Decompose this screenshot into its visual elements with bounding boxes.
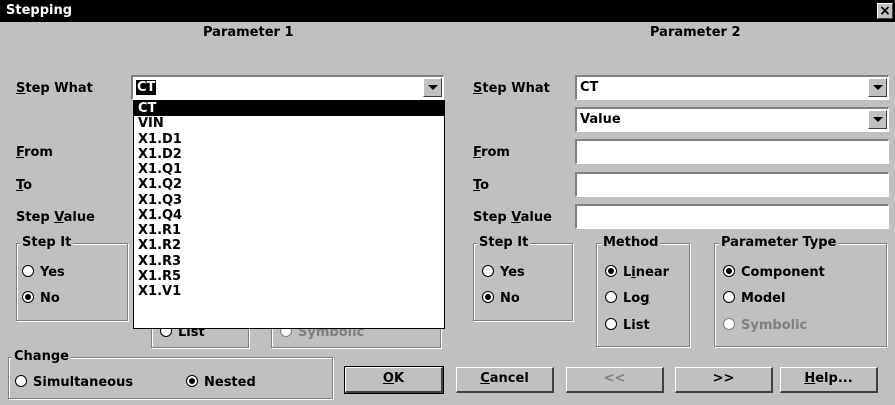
p1-step-what-value: CT bbox=[136, 80, 157, 95]
p2-type-model[interactable]: Model bbox=[723, 291, 785, 306]
title-bar: Stepping × bbox=[0, 0, 895, 22]
p1-step-value-label: Step Value bbox=[16, 210, 95, 225]
list-item[interactable]: X1.V1 bbox=[134, 284, 444, 299]
p2-step-what-label: Step What bbox=[473, 81, 550, 96]
p2-method-list[interactable]: List bbox=[605, 318, 650, 333]
ok-button[interactable]: OK bbox=[344, 366, 444, 394]
radio-icon bbox=[723, 291, 735, 303]
list-item[interactable]: X1.R2 bbox=[134, 238, 444, 253]
radio-selected-icon bbox=[22, 291, 34, 303]
p2-value-type-select[interactable]: Value bbox=[575, 107, 889, 132]
p1-step-it-title: Step It bbox=[20, 235, 74, 250]
p2-method-linear[interactable]: Linear bbox=[605, 265, 669, 280]
close-icon: × bbox=[879, 3, 891, 19]
p1-to-label: To bbox=[16, 178, 33, 193]
parameter2-header: Parameter 2 bbox=[650, 25, 741, 40]
p2-from-input[interactable] bbox=[575, 139, 889, 164]
chevron-down-icon bbox=[873, 85, 883, 90]
radio-icon bbox=[605, 291, 617, 303]
p2-value-type-value: Value bbox=[580, 112, 621, 127]
radio-icon bbox=[723, 318, 735, 330]
p1-step-it-no[interactable]: No bbox=[22, 291, 60, 306]
p2-to-label: To bbox=[473, 178, 490, 193]
p2-step-value-label: Step Value bbox=[473, 210, 552, 225]
change-simultaneous[interactable]: Simultaneous bbox=[15, 375, 133, 390]
list-item[interactable]: X1.Q3 bbox=[134, 193, 444, 208]
list-item[interactable]: X1.R5 bbox=[134, 269, 444, 284]
radio-icon bbox=[22, 265, 34, 277]
p2-parameter-type-title: Parameter Type bbox=[719, 235, 839, 250]
dialog-title: Stepping bbox=[6, 3, 73, 18]
chevron-down-icon bbox=[428, 85, 438, 90]
radio-selected-icon bbox=[482, 291, 494, 303]
change-nested[interactable]: Nested bbox=[186, 375, 256, 390]
p2-step-what-dropdown-button[interactable] bbox=[868, 78, 887, 97]
list-item[interactable]: X1.Q4 bbox=[134, 208, 444, 223]
list-item[interactable]: X1.R3 bbox=[134, 254, 444, 269]
radio-selected-icon bbox=[723, 265, 735, 277]
p2-value-type-dropdown-button[interactable] bbox=[868, 110, 887, 129]
list-item[interactable]: X1.D2 bbox=[134, 147, 444, 162]
p2-to-input[interactable] bbox=[575, 172, 889, 197]
list-item[interactable]: X1.R1 bbox=[134, 223, 444, 238]
help-button[interactable]: Help... bbox=[780, 367, 878, 393]
radio-selected-icon bbox=[186, 375, 198, 387]
p2-type-component[interactable]: Component bbox=[723, 265, 825, 280]
p1-step-what-select[interactable]: CT bbox=[131, 75, 444, 100]
radio-icon bbox=[605, 318, 617, 330]
p2-from-label: From bbox=[473, 145, 510, 160]
p1-step-what-dropdown-list[interactable]: CT VIN X1.D1 X1.D2 X1.Q1 X1.Q2 X1.Q3 X1.… bbox=[133, 100, 445, 329]
parameter1-header: Parameter 1 bbox=[203, 25, 294, 40]
radio-icon bbox=[15, 375, 27, 387]
p2-step-it-title: Step It bbox=[477, 235, 531, 250]
list-item[interactable]: VIN bbox=[134, 116, 444, 131]
stepping-dialog: Stepping × Parameter 1 Parameter 2 Step … bbox=[0, 0, 895, 405]
p1-from-label: From bbox=[16, 145, 53, 160]
list-item[interactable]: X1.D1 bbox=[134, 132, 444, 147]
p2-method-log[interactable]: Log bbox=[605, 291, 650, 306]
p2-step-it-no[interactable]: No bbox=[482, 291, 520, 306]
p1-step-it-group bbox=[16, 243, 128, 321]
list-item[interactable]: CT bbox=[134, 101, 444, 117]
p2-type-symbolic: Symbolic bbox=[723, 318, 807, 333]
close-button[interactable]: × bbox=[877, 3, 893, 19]
p2-method-title: Method bbox=[601, 235, 661, 250]
p2-step-it-group bbox=[473, 243, 573, 321]
p2-step-what-select[interactable]: CT bbox=[575, 75, 889, 100]
radio-selected-icon bbox=[605, 265, 617, 277]
p2-step-value-input[interactable] bbox=[575, 204, 889, 229]
list-item[interactable]: X1.Q1 bbox=[134, 162, 444, 177]
p1-step-what-label: Step What bbox=[16, 81, 93, 96]
p1-step-what-dropdown-button[interactable] bbox=[423, 78, 442, 97]
p2-step-what-value: CT bbox=[580, 80, 599, 95]
p1-step-it-yes[interactable]: Yes bbox=[22, 265, 65, 280]
change-title: Change bbox=[12, 349, 71, 364]
previous-button: << bbox=[566, 367, 664, 393]
list-item[interactable]: X1.Q2 bbox=[134, 177, 444, 192]
chevron-down-icon bbox=[873, 117, 883, 122]
p2-step-it-yes[interactable]: Yes bbox=[482, 265, 525, 280]
radio-icon bbox=[482, 265, 494, 277]
cancel-button[interactable]: Cancel bbox=[456, 367, 554, 393]
next-button[interactable]: >> bbox=[675, 367, 773, 393]
